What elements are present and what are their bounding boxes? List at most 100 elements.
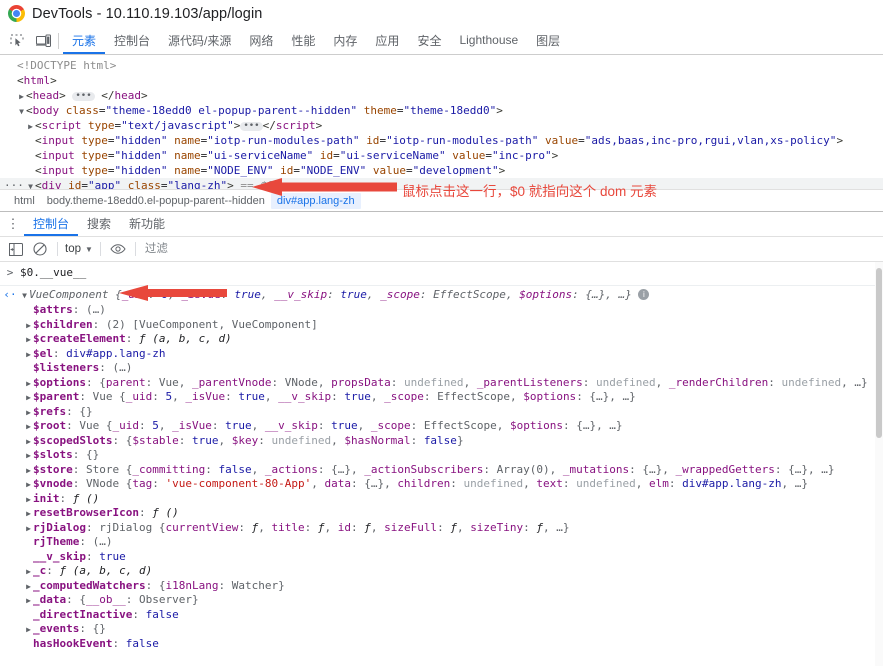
- console-toolbar: top ▼: [0, 237, 883, 262]
- property-twisty-icon[interactable]: ▶: [24, 507, 33, 522]
- console-sidebar-icon[interactable]: [4, 239, 28, 260]
- dom-tree-line[interactable]: <input type="hidden" name="ui-serviceNam…: [0, 148, 883, 163]
- console-property-row[interactable]: ▶ $vnode: VNode {tag: 'vue-component-80-A…: [0, 477, 883, 492]
- dom-tree-line[interactable]: ▼ <body class="theme-18edd0 el-popup-pare…: [0, 103, 883, 118]
- breadcrumb-item[interactable]: div#app.lang-zh: [270, 192, 361, 209]
- tab-elements[interactable]: 元素: [63, 28, 106, 54]
- property-twisty-icon[interactable]: ▶: [24, 580, 33, 595]
- tab-sources[interactable]: 源代码/来源: [159, 28, 240, 54]
- tab-network[interactable]: 网络: [240, 28, 282, 54]
- clear-console-icon[interactable]: [28, 239, 52, 260]
- console-scrollbar-thumb[interactable]: [876, 268, 882, 438]
- tab-performance[interactable]: 性能: [282, 28, 324, 54]
- more-options-icon[interactable]: ⋮: [2, 212, 24, 236]
- console-property-row[interactable]: $listeners: (…): [0, 361, 883, 376]
- property-twisty-icon[interactable]: ▶: [24, 391, 33, 406]
- property-twisty-icon[interactable]: ▶: [24, 449, 33, 464]
- dom-tree-line[interactable]: <input type="hidden" name="NODE_ENV" id=…: [0, 163, 883, 178]
- drawer-tab-whatsnew[interactable]: 新功能: [120, 212, 174, 236]
- tab-memory[interactable]: 内存: [324, 28, 366, 54]
- toolbar-divider: [134, 242, 136, 256]
- breadcrumb: html body.theme-18edd0.el-popup-parent--h…: [0, 189, 883, 211]
- dom-twisty-icon[interactable]: ▼: [17, 104, 26, 119]
- drawer-tab-console[interactable]: 控制台: [24, 212, 79, 236]
- console-property-row[interactable]: ▶ rjDialog: rjDialog {currentView: ƒ, tit…: [0, 521, 883, 536]
- property-twisty-icon[interactable]: ▶: [24, 594, 33, 609]
- console-property-row[interactable]: $attrs: (…): [0, 303, 883, 318]
- console-property-list[interactable]: $attrs: (…) ▶ $children: (2) [VueComponent…: [0, 303, 883, 651]
- console-property-row[interactable]: _directInactive: false: [0, 608, 883, 623]
- console-property-row[interactable]: ▶ $slots: {}: [0, 448, 883, 463]
- dom-tree-line[interactable]: ▶ <head> ••• </head>: [0, 88, 883, 103]
- console-property-row[interactable]: hasHookEvent: false: [0, 637, 883, 652]
- inspect-element-icon[interactable]: [4, 28, 30, 54]
- console-input-row[interactable]: > $0.__vue__: [0, 262, 883, 286]
- dom-twisty-icon[interactable]: ▶: [26, 119, 35, 134]
- console-input-expression[interactable]: $0.__vue__: [20, 266, 883, 281]
- dom-tree-line[interactable]: <html>: [0, 73, 883, 88]
- console-property-row[interactable]: rjTheme: (…): [0, 535, 883, 550]
- breadcrumb-item[interactable]: body.theme-18edd0.el-popup-parent--hidde…: [41, 193, 271, 209]
- console-property-row[interactable]: ▶ $refs: {}: [0, 405, 883, 420]
- live-expression-eye-icon[interactable]: [106, 239, 130, 260]
- property-twisty-icon[interactable]: ▶: [24, 522, 33, 537]
- console-output[interactable]: > $0.__vue__ ‹· ▼ VueComponent {_uid: 6, …: [0, 262, 883, 666]
- console-property-row[interactable]: ▶ $store: Store {_committing: false, _act…: [0, 463, 883, 478]
- title-bar: DevTools - 10.110.19.103/app/login: [0, 0, 883, 28]
- tab-application[interactable]: 应用: [366, 28, 408, 54]
- console-filter-input[interactable]: [140, 239, 883, 259]
- console-property-row[interactable]: ▶ _events: {}: [0, 622, 883, 637]
- property-twisty-icon[interactable]: ▶: [24, 406, 33, 421]
- console-property-row[interactable]: ▶ $root: Vue {_uid: 5, _isVue: true, __v_…: [0, 419, 883, 434]
- console-result-row: ‹· ▼ VueComponent {_uid: 6, _isVue: true,…: [0, 286, 883, 304]
- toolbar-divider: [57, 242, 58, 256]
- property-twisty-icon[interactable]: ▶: [24, 464, 33, 479]
- console-property-row[interactable]: ▶ $scopedSlots: {$stable: true, $key: und…: [0, 434, 883, 449]
- devtools-window: DevTools - 10.110.19.103/app/login 元素 控制…: [0, 0, 883, 666]
- device-toolbar-icon[interactable]: [30, 28, 56, 54]
- drawer-tab-search[interactable]: 搜索: [78, 212, 120, 236]
- dom-tree-line[interactable]: ▶ <script type="text/javascript"> ••• </scr…: [0, 118, 883, 133]
- dom-twisty-icon[interactable]: ▶: [17, 89, 26, 104]
- property-twisty-icon[interactable]: ▶: [24, 623, 33, 638]
- property-twisty-icon[interactable]: ▶: [24, 435, 33, 450]
- execution-context-value: top: [65, 243, 81, 255]
- property-twisty-icon[interactable]: ▶: [24, 377, 33, 392]
- property-twisty-icon[interactable]: ▶: [24, 565, 33, 580]
- execution-context-select[interactable]: top ▼: [63, 243, 95, 255]
- property-twisty-icon[interactable]: ▶: [24, 319, 33, 334]
- tab-lighthouse[interactable]: Lighthouse: [450, 28, 527, 54]
- property-twisty-icon[interactable]: ▶: [24, 478, 33, 493]
- tab-security[interactable]: 安全: [408, 28, 450, 54]
- console-property-row[interactable]: ▶ _computedWatchers: {i18nLang: Watcher}: [0, 579, 883, 594]
- dom-line-menu-icon[interactable]: ···: [4, 178, 24, 189]
- console-scrollbar-track[interactable]: [875, 262, 883, 666]
- console-property-row[interactable]: ▶ $el: div#app.lang-zh: [0, 347, 883, 362]
- dom-tree-line[interactable]: <input type="hidden" name="iotp-run-modu…: [0, 133, 883, 148]
- console-property-row[interactable]: ▶ init: ƒ (): [0, 492, 883, 507]
- console-property-row[interactable]: ▶ $createElement: ƒ (a, b, c, d): [0, 332, 883, 347]
- dom-twisty-icon[interactable]: ▼: [26, 179, 35, 189]
- console-property-row[interactable]: ▶ _data: {__ob__: Observer}: [0, 593, 883, 608]
- main-tab-strip: 元素 控制台 源代码/来源 网络 性能 内存 应用 安全 Lighthouse …: [0, 28, 883, 55]
- console-drawer: ⋮ 控制台 搜索 新功能 top ▼ 过滤 > $0.__vue__ ‹· ▼ …: [0, 211, 883, 666]
- property-twisty-icon[interactable]: ▶: [24, 348, 33, 363]
- console-property-row[interactable]: ▶ $options: {parent: Vue, _parentVnode: V…: [0, 376, 883, 391]
- dom-tree-line[interactable]: ··· ▼ <div id="app" class="lang-zh"> == $0: [0, 178, 883, 189]
- console-property-row[interactable]: ▶ _c: ƒ (a, b, c, d): [0, 564, 883, 579]
- chevron-down-icon: ▼: [85, 244, 93, 254]
- property-twisty-icon[interactable]: ▶: [24, 333, 33, 348]
- console-property-row[interactable]: ▶ $children: (2) [VueComponent, VueCompon…: [0, 318, 883, 333]
- property-twisty-icon[interactable]: ▶: [24, 420, 33, 435]
- toolbar-divider: [58, 33, 59, 49]
- console-property-row[interactable]: ▶ resetBrowserIcon: ƒ (): [0, 506, 883, 521]
- tab-layers[interactable]: 图层: [527, 28, 569, 54]
- tab-console[interactable]: 控制台: [105, 28, 159, 54]
- console-property-row[interactable]: ▶ $parent: Vue {_uid: 5, _isVue: true, __…: [0, 390, 883, 405]
- property-twisty-icon[interactable]: ▶: [24, 493, 33, 508]
- console-property-row[interactable]: __v_skip: true: [0, 550, 883, 565]
- elements-dom-tree[interactable]: <!DOCTYPE html> <html> ▶ <head> ••• </head>…: [0, 55, 883, 189]
- console-result-summary[interactable]: ▼ VueComponent {_uid: 6, _isVue: true, __…: [20, 288, 883, 304]
- dom-tree-line[interactable]: <!DOCTYPE html>: [0, 58, 883, 73]
- breadcrumb-item[interactable]: html: [8, 193, 41, 209]
